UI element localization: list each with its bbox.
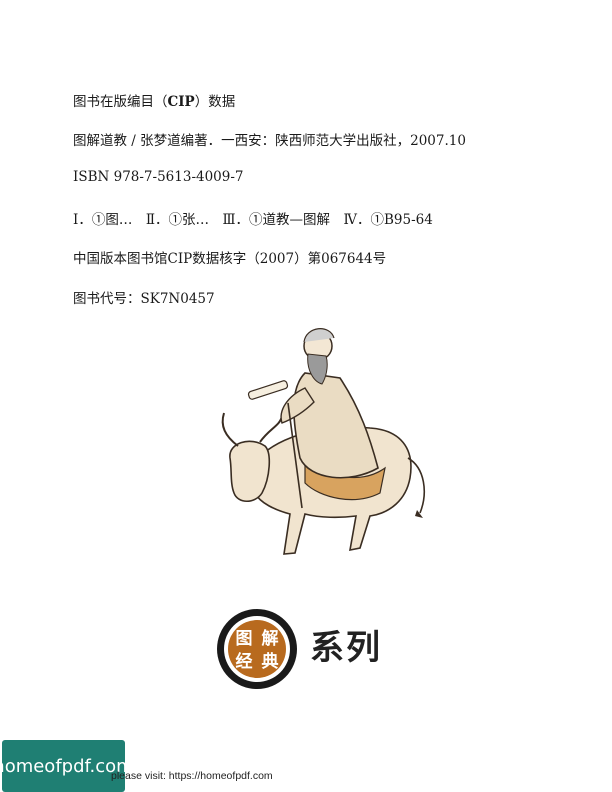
logo-char-3: 经 (236, 651, 253, 672)
isbn-line: ISBN 978-7-5613-4009-7 (73, 169, 244, 185)
logo-char-1: 图 (236, 629, 253, 649)
cip-heading-bold: CIP (167, 94, 195, 110)
book-code-line: 图书代号：SK7N0457 (73, 291, 215, 307)
cip-heading: 图书在版编目（CIP）数据 (73, 90, 235, 110)
cip-heading-prefix: 图书在版编目（ (73, 94, 168, 110)
cip-record-line: 中国版本图书馆CIP数据核字（2007）第067644号 (73, 251, 387, 267)
footer-visit-note: please visit: https://homeofpdf.com (111, 770, 273, 782)
cip-title-line: 图解道教 / 张梦道编著．一西安：陕西师范大学出版社，2007.10 (73, 133, 466, 149)
logo-char-2: 解 (262, 628, 279, 649)
cip-heading-suffix: ）数据 (194, 94, 236, 110)
sage-riding-ox-icon (221, 328, 426, 555)
logo-char-4: 典 (262, 651, 279, 672)
homeofpdf-badge[interactable]: homeofpdf.com (0, 740, 134, 792)
classification-line: Ⅰ．①图… Ⅱ．①张… Ⅲ．①道教—图解 Ⅳ．①B95-64 (73, 212, 433, 228)
series-label: 系列 (310, 628, 382, 668)
